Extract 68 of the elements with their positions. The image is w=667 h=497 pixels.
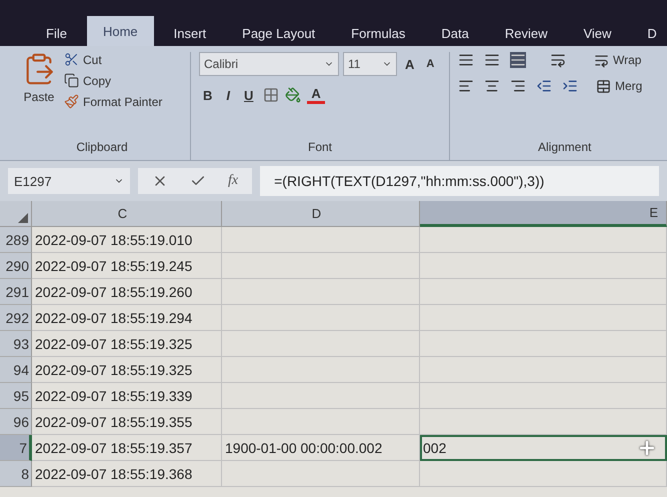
clipboard-command[interactable]: Cut — [64, 52, 162, 67]
table-cell: 2022-09-07 18:55:19.355 — [32, 409, 222, 435]
table-cell: 1900-01-00 00:00:00.002 — [222, 435, 420, 461]
table-cell: 2022-09-07 18:55:19.010 — [32, 227, 222, 253]
ribbon-tab[interactable]: Home — [86, 16, 154, 46]
table-cell: 2022-09-07 18:55:19.245 — [32, 253, 222, 279]
table-cell: 002 — [420, 435, 667, 461]
clipboard-command[interactable]: Format Painter — [64, 94, 162, 109]
align-right-icon[interactable] — [510, 78, 526, 94]
group-label: Alignment — [537, 140, 592, 156]
row-header[interactable]: 289 — [0, 227, 32, 253]
fill-color-icon[interactable] — [285, 87, 302, 103]
row-header[interactable]: 292 — [0, 305, 32, 331]
font-style-button[interactable]: I — [222, 88, 234, 102]
table-cell: 2022-09-07 18:55:19.260 — [32, 279, 222, 305]
table-cell: 2022-09-07 18:55:19.325 — [32, 357, 222, 383]
ribbon-tab[interactable]: D — [631, 20, 667, 46]
font-size-field[interactable]: 11 — [343, 52, 397, 76]
ribbon-tab[interactable]: Data — [425, 20, 485, 46]
font-style-button[interactable]: B — [199, 88, 216, 102]
row-header[interactable]: 96 — [0, 409, 32, 435]
row-header[interactable]: 291 — [0, 279, 32, 305]
shrink-font-button[interactable]: A — [422, 58, 438, 70]
ribbon-tab[interactable]: Formulas — [335, 20, 422, 46]
ribbon-tab[interactable]: Insert — [158, 20, 222, 46]
copy-icon — [64, 73, 79, 88]
row-header[interactable]: 93 — [0, 331, 32, 357]
increase-indent-icon[interactable] — [562, 78, 578, 94]
wrap-text-button[interactable]: Wrap — [594, 52, 642, 68]
table-cell: 2022-09-07 18:55:19.339 — [32, 383, 222, 409]
table-cell: 2022-09-07 18:55:19.368 — [32, 461, 222, 487]
merge-cells-icon — [596, 78, 611, 94]
row-header[interactable]: 8 — [0, 461, 32, 487]
align-left-icon[interactable] — [458, 78, 474, 94]
triangle-icon — [18, 213, 28, 223]
column-header[interactable]: E — [420, 201, 667, 227]
row-header[interactable]: 7 — [0, 435, 32, 461]
paintbrush-icon — [64, 94, 79, 109]
borders-icon[interactable] — [263, 87, 280, 103]
grow-font-button[interactable]: A — [401, 56, 418, 72]
table-cell: 2022-09-07 18:55:19.294 — [32, 305, 222, 331]
decrease-indent-icon[interactable] — [536, 78, 552, 94]
group-label: Clipboard — [75, 140, 129, 156]
function-button[interactable]: fx — [228, 173, 238, 189]
ribbon-tab[interactable]: Page Layout — [226, 20, 332, 46]
row-header[interactable]: 95 — [0, 383, 32, 409]
clipboard-command[interactable]: Copy — [64, 73, 162, 88]
select-all-corner[interactable] — [0, 201, 32, 227]
table-cell: 2022-09-07 18:55:19.325 — [32, 331, 222, 357]
align-center-icon[interactable] — [484, 78, 500, 94]
row-header[interactable]: 94 — [0, 357, 32, 383]
merge-button[interactable]: Merg — [596, 78, 642, 94]
ribbon-tab[interactable]: View — [567, 20, 628, 46]
font-style-button[interactable]: U — [240, 88, 258, 102]
name-box[interactable]: E1297 — [8, 168, 130, 194]
formula-field[interactable]: =(RIGHT(TEXT(D1297,"hh:mm:ss.000"),3)) — [260, 166, 659, 196]
wrap-text-icon — [594, 52, 609, 68]
scissors-icon — [64, 52, 79, 67]
ribbon-tab[interactable]: File — [30, 20, 83, 46]
row-header[interactable]: 290 — [0, 253, 32, 279]
font-name-field[interactable]: Calibri — [199, 52, 339, 76]
paste-button[interactable]: Paste — [22, 52, 56, 140]
ribbon-tab[interactable]: Review — [488, 20, 564, 46]
table-cell: 2022-09-07 18:55:19.357 — [32, 435, 222, 461]
group-label: Font — [306, 140, 333, 156]
font-color-button[interactable]: A — [307, 86, 325, 104]
column-header[interactable]: D — [222, 201, 420, 227]
column-header[interactable]: C — [32, 201, 222, 227]
